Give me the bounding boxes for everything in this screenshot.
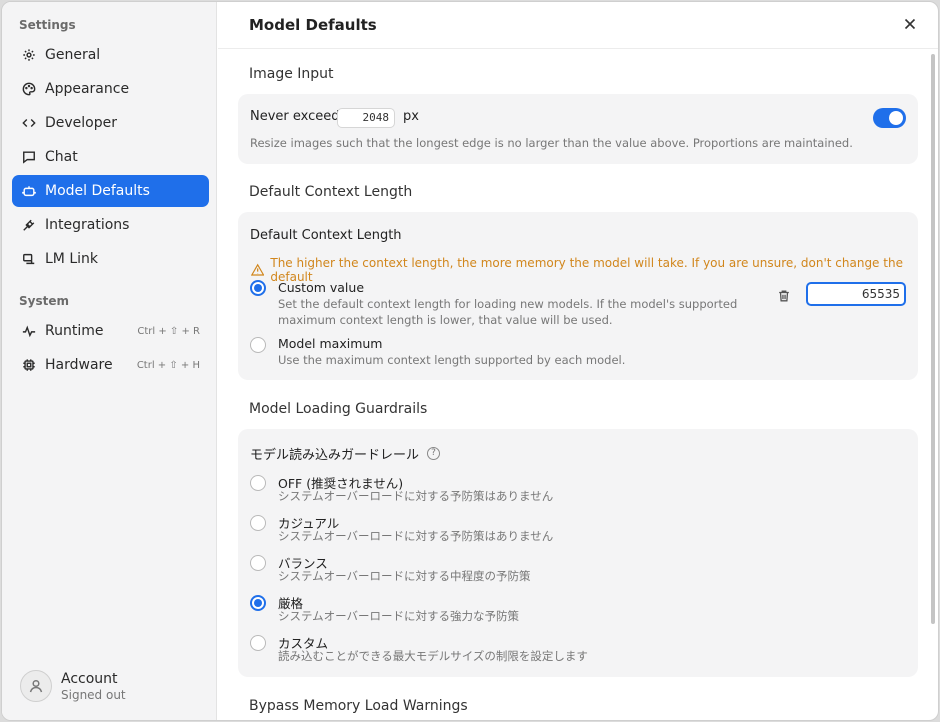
avatar [20,670,52,702]
context-length-card: Default Context Length The higher the co… [238,212,918,380]
close-icon [904,18,916,30]
sidebar-item-developer[interactable]: Developer [12,107,209,139]
scrollbar[interactable] [931,54,935,624]
sidebar-item-chat[interactable]: Chat [12,141,209,173]
guardrail-off-radio[interactable] [250,475,266,491]
context-card-title: Default Context Length [250,228,402,243]
account-button[interactable]: Account Signed out [20,670,126,702]
section-heading-guardrails: Model Loading Guardrails [249,401,428,417]
model-maximum-title: Model maximum [278,336,383,351]
sidebar-item-label: Model Defaults [45,183,150,199]
palette-icon [22,82,36,96]
context-length-input[interactable]: 65535 [806,282,906,306]
sidebar-item-label: LM Link [45,251,98,267]
model-maximum-desc: Use the maximum context length supported… [278,353,626,367]
guardrail-balanced-radio[interactable] [250,555,266,571]
custom-value-title: Custom value [278,280,365,295]
custom-value-radio[interactable] [250,280,266,296]
guardrail-option-desc: システムオーバーロードに対する強力な予防策 [278,609,520,623]
user-icon [29,679,43,693]
sidebar-item-general[interactable]: General [12,39,209,71]
sidebar-item-hardware[interactable]: Hardware Ctrl + ⇧ + H [12,349,209,381]
pulse-icon [22,324,36,338]
guardrails-card-title: モデル読み込みガードレール [250,448,420,463]
sidebar-item-label: Integrations [45,217,130,233]
shortcut-runtime: Ctrl + ⇧ + R [137,325,200,337]
custom-value-desc-1: Set the default context length for loadi… [278,297,738,311]
close-button[interactable] [902,16,918,32]
guardrail-strict-radio[interactable] [250,595,266,611]
image-input-card: Never exceed 2048 px Resize images such … [238,94,918,164]
sidebar-item-label: Runtime [45,323,104,339]
custom-value-desc-2: maximum context length is lower, that va… [278,313,613,327]
header-divider [218,48,938,49]
sidebar-item-runtime[interactable]: Runtime Ctrl + ⇧ + R [12,315,209,347]
main-panel: Model Defaults Image Input Never exceed … [218,2,938,720]
model-maximum-radio[interactable] [250,337,266,353]
guardrail-option-desc: 読み込むことができる最大モデルサイズの制限を設定します [278,649,588,663]
sidebar-item-label: Chat [45,149,78,165]
section-heading-bypass: Bypass Memory Load Warnings [249,698,468,714]
warning-text: The higher the context length, the more … [270,256,903,284]
guardrail-option-desc: システムオーバーロードに対する中程度の予防策 [278,569,531,583]
guardrail-option-desc: システムオーバーロードに対する予防策はありません [278,529,554,543]
help-icon[interactable]: ? [427,447,440,460]
unit-label: px [403,109,419,124]
sidebar-item-label: Hardware [45,357,113,373]
image-resize-toggle[interactable] [873,108,906,128]
page-title: Model Defaults [249,16,377,34]
trash-icon [779,290,789,302]
account-status: Signed out [61,687,126,702]
sidebar-item-integrations[interactable]: Integrations [12,209,209,241]
never-exceed-label: Never exceed [250,109,340,124]
sidebar-item-lm-link[interactable]: LM Link [12,243,209,275]
account-name: Account [61,670,118,687]
warning-icon [251,263,265,276]
max-image-size-input[interactable]: 2048 [337,108,395,128]
sidebar-item-label: Appearance [45,81,130,97]
guardrail-custom-radio[interactable] [250,635,266,651]
plug-icon [22,218,36,232]
reset-context-button[interactable] [777,288,791,302]
chat-icon [22,150,36,164]
sidebar-section-system: System [19,294,69,308]
guardrail-option-desc: システムオーバーロードに対する予防策はありません [278,489,554,503]
chip-icon [22,358,36,372]
sidebar: Settings General Appearance Developer Ch… [2,2,217,720]
robot-icon [22,184,36,198]
link-icon [22,252,36,266]
guardrail-casual-radio[interactable] [250,515,266,531]
shortcut-hardware: Ctrl + ⇧ + H [136,359,200,371]
sidebar-item-label: General [45,47,101,63]
section-heading-image-input: Image Input [249,66,334,82]
gear-icon [22,48,36,62]
settings-window: Settings General Appearance Developer Ch… [1,1,939,721]
sidebar-item-label: Developer [45,115,118,131]
sidebar-item-model-defaults[interactable]: Model Defaults [12,175,209,207]
image-input-description: Resize images such that the longest edge… [250,136,853,150]
sidebar-section-settings: Settings [19,18,76,32]
sidebar-item-appearance[interactable]: Appearance [12,73,209,105]
guardrails-card: モデル読み込みガードレール ? OFF (推奨されません) システムオーバーロー… [238,429,918,677]
section-heading-context: Default Context Length [249,184,413,200]
code-icon [22,116,36,130]
